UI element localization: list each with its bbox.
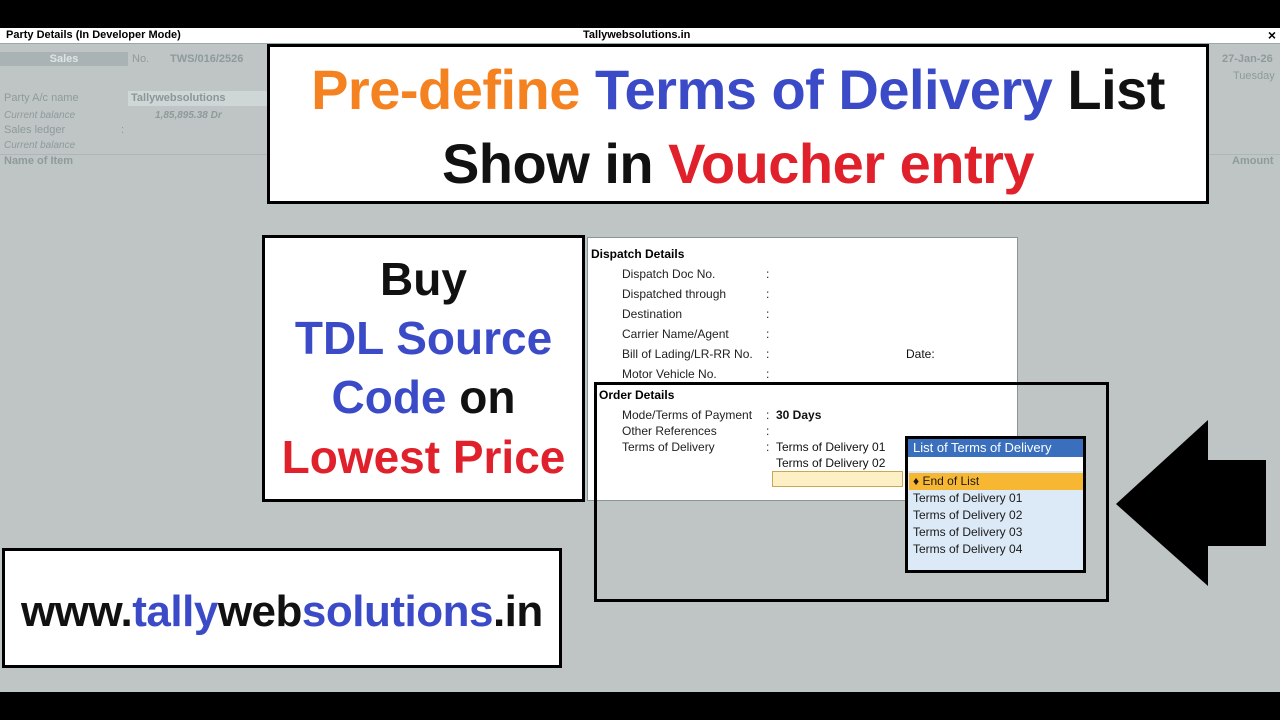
voucher-day: Tuesday <box>1233 70 1275 82</box>
voucher-no: TWS/016/2526 <box>170 53 244 65</box>
promo-code-line: Code on <box>265 370 582 424</box>
destination-label: Destination <box>622 307 683 321</box>
popup-item-end-of-list[interactable]: ♦ End of List <box>909 473 1083 490</box>
promo-code: Code <box>331 371 447 423</box>
left-arrow-icon <box>1116 420 1266 586</box>
sales-ledger-label: Sales ledger <box>4 124 66 136</box>
url-part-tally: tally <box>132 587 218 636</box>
carrier-label: Carrier Name/Agent <box>622 327 729 341</box>
screen: Party Details (In Developer Mode) Tallyw… <box>0 0 1280 720</box>
popup-title: List of Terms of Delivery <box>908 439 1083 457</box>
voucher-date: 27-Jan-26 <box>1222 53 1273 65</box>
colon: : <box>766 307 770 321</box>
url-part-www: www. <box>21 587 133 636</box>
party-label: Party A/c name <box>4 92 79 104</box>
banner-word-terms: Terms of Delivery <box>579 58 1053 121</box>
banner-line-2: Show in Voucher entry <box>270 131 1206 196</box>
popup-blank-row <box>908 457 1083 471</box>
colon: : <box>766 287 770 301</box>
bottom-bar <box>0 692 1280 720</box>
column-name-of-item: Name of Item <box>4 155 74 167</box>
terms-of-delivery-list-popup: List of Terms of Delivery ♦ End of List … <box>905 436 1086 573</box>
banner-line-1: Pre-define Terms of Delivery List <box>270 57 1206 122</box>
popup-item-terms-01[interactable]: Terms of Delivery 01 <box>913 491 1022 505</box>
colon: : <box>766 327 770 341</box>
current-balance-label-2: Current balance <box>4 140 76 151</box>
popup-item-terms-02[interactable]: Terms of Delivery 02 <box>913 508 1022 522</box>
url-part-solutions: solutions <box>301 587 494 636</box>
title-banner: Pre-define Terms of Delivery List Show i… <box>267 44 1209 204</box>
dispatch-doc-label: Dispatch Doc No. <box>622 267 716 281</box>
promo-tdl-source: TDL Source <box>294 312 553 364</box>
bill-of-lading-label: Bill of Lading/LR-RR No. <box>622 347 753 361</box>
website-url[interactable]: www.tallywebsolutions.in <box>21 587 543 637</box>
dispatched-through-label: Dispatched through <box>622 287 727 301</box>
party-account-field[interactable]: Tallywebsolutions <box>128 91 268 106</box>
window-titlebar: Party Details (In Developer Mode) Tallyw… <box>0 27 1280 44</box>
banner-word-predefine: Pre-define <box>311 58 580 121</box>
window-center-title: Tallywebsolutions.in <box>583 29 691 41</box>
popup-item-terms-04[interactable]: Terms of Delivery 04 <box>913 542 1022 556</box>
website-box: www.tallywebsolutions.in <box>2 548 562 668</box>
url-part-in: .in <box>492 587 543 636</box>
banner-word-voucher: Voucher entry <box>653 132 1035 195</box>
sales-ledger-colon: : <box>121 124 125 136</box>
bill-date-label: Date: <box>906 347 935 361</box>
promo-buy: Buy <box>380 253 467 305</box>
colon: : <box>766 367 770 381</box>
promo-box: Buy TDL Source Code on Lowest Price <box>262 235 585 502</box>
current-balance-label: Current balance <box>4 110 76 121</box>
current-balance-value: 1,85,895.38 Dr <box>155 110 222 121</box>
voucher-no-label: No. <box>132 53 150 65</box>
colon: : <box>766 267 770 281</box>
banner-word-show: Show in <box>441 132 654 195</box>
column-amount: Amount <box>1232 155 1274 167</box>
colon: : <box>766 347 770 361</box>
promo-on: on <box>446 371 516 423</box>
voucher-type-tab[interactable]: Sales <box>0 52 128 66</box>
window-title: Party Details (In Developer Mode) <box>6 29 181 41</box>
promo-lowest-price: Lowest Price <box>281 431 566 483</box>
url-part-web: web <box>217 587 303 636</box>
popup-item-terms-03[interactable]: Terms of Delivery 03 <box>913 525 1022 539</box>
dispatch-section-title: Dispatch Details <box>591 247 685 261</box>
banner-word-list: List <box>1052 58 1165 121</box>
close-icon[interactable]: × <box>1268 27 1276 43</box>
motor-vehicle-label: Motor Vehicle No. <box>622 367 717 381</box>
